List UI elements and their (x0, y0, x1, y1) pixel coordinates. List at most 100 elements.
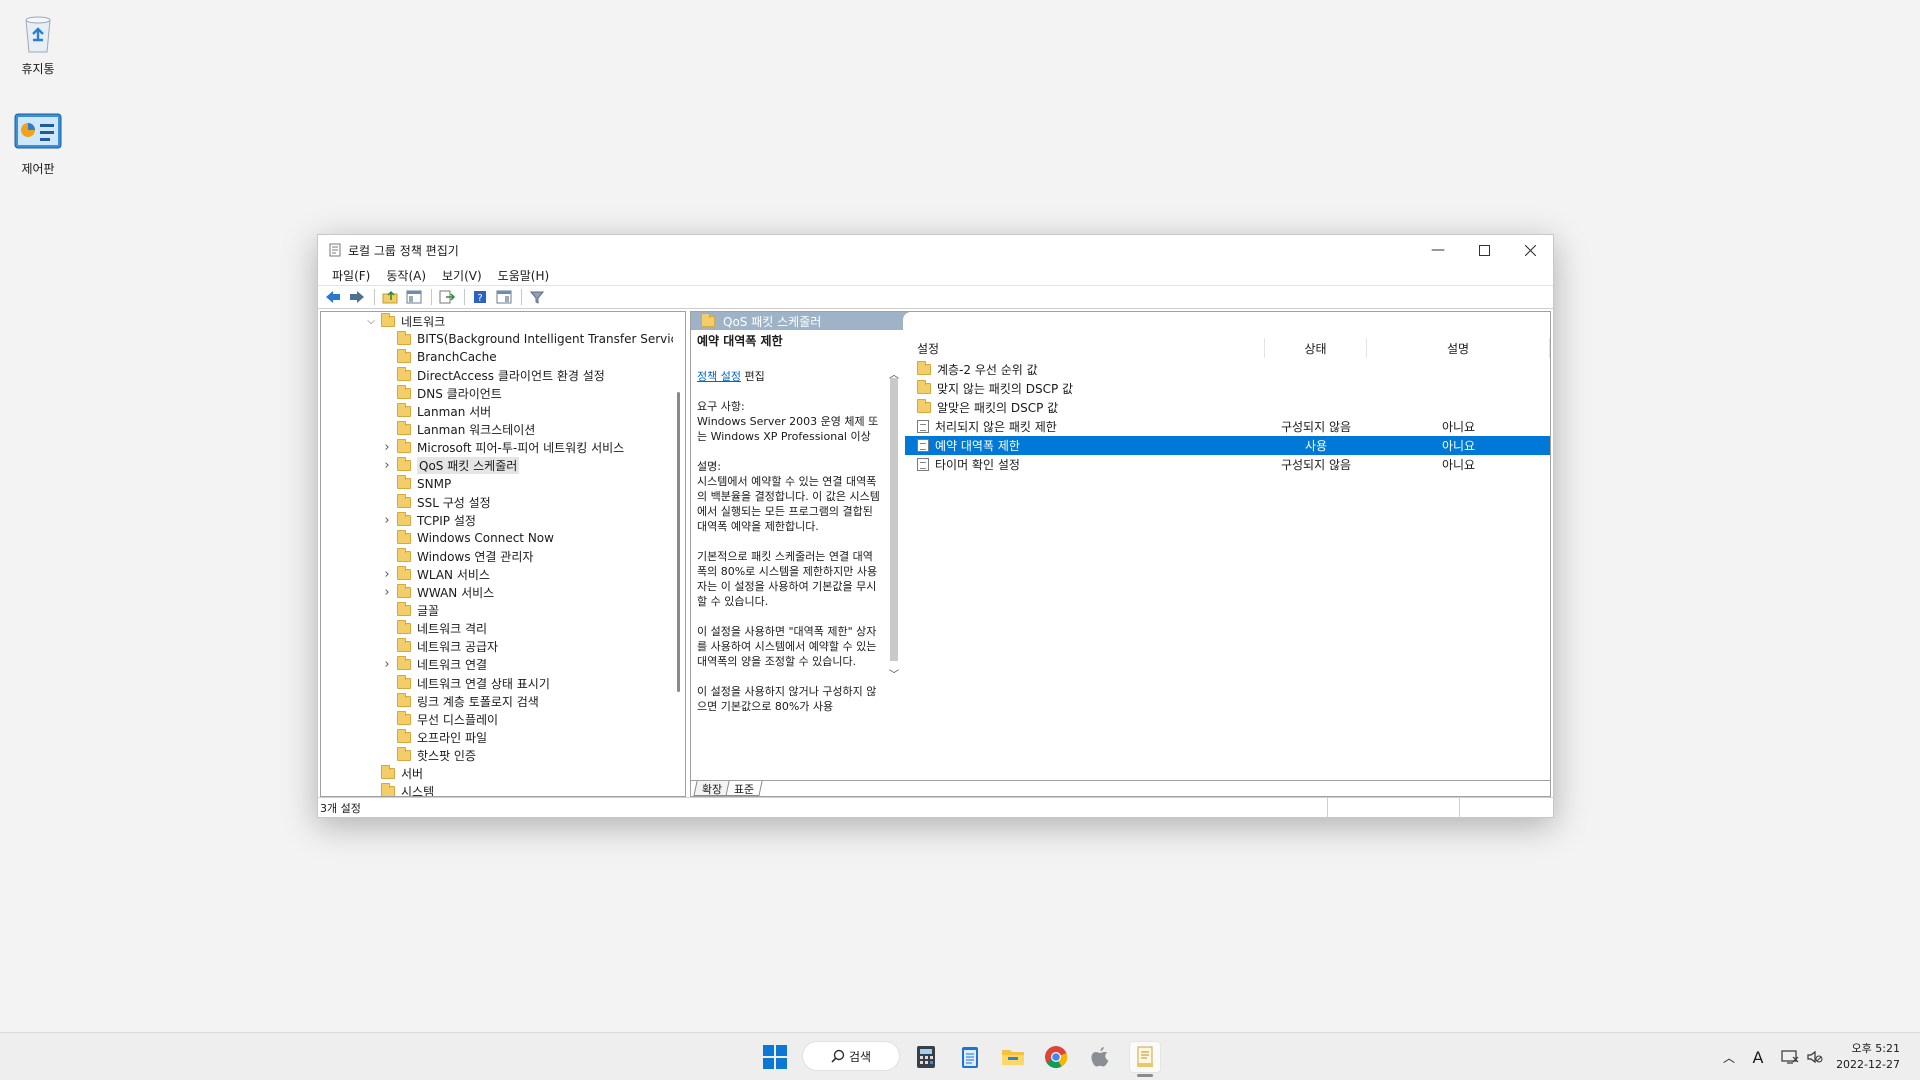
chevron-right-icon[interactable]: › (381, 585, 393, 600)
tab-standard-label: 표준 (734, 783, 755, 796)
tree-node[interactable]: Windows 연결 관리자 (381, 547, 533, 565)
network-status-button[interactable] (1780, 1033, 1800, 1080)
recycle-bin-desktop-icon[interactable]: 휴지통 (0, 8, 76, 77)
recycle-bin-icon (14, 8, 62, 56)
input-language-indicator[interactable]: A (1748, 1033, 1768, 1080)
tree-node-server[interactable]: 서버 (381, 765, 423, 783)
settings-row[interactable]: 알맞은 패킷의 DSCP 값 (905, 398, 1550, 417)
chevron-right-icon[interactable]: › (381, 513, 393, 528)
tab-standard[interactable]: 표준 (725, 781, 764, 796)
title-bar[interactable]: 로컬 그룹 정책 편집기 — (318, 235, 1553, 265)
show-hide-action-pane-button[interactable] (493, 287, 515, 307)
menu-action[interactable]: 동작(A) (378, 267, 434, 284)
tree-node[interactable]: 네트워크 격리 (381, 620, 487, 638)
tree-node[interactable]: 네트워크 연결 상태 표시기 (381, 674, 550, 692)
folder-icon (397, 511, 411, 526)
start-button[interactable] (759, 1041, 791, 1073)
description-scrollbar[interactable]: ︿ ﹀ (887, 330, 901, 780)
tree-node-network[interactable]: ⌵ 네트워크 (365, 312, 445, 330)
description-scrollbar-thumb[interactable] (890, 378, 898, 661)
edit-policy-link[interactable]: 정책 설정 (697, 370, 741, 383)
tree-scrollbar[interactable] (673, 312, 685, 796)
tree-node[interactable]: SNMP (381, 475, 451, 493)
tree-node[interactable]: › WLAN 서비스 (381, 565, 490, 583)
tree-node[interactable]: 핫스팟 인증 (381, 746, 476, 764)
menu-help[interactable]: 도움말(H) (490, 267, 558, 284)
menu-file[interactable]: 파일(F) (324, 267, 378, 284)
chevron-right-icon[interactable]: › (381, 458, 393, 473)
tree-node[interactable]: DNS 클라이언트 (381, 384, 502, 402)
filter-button[interactable] (526, 287, 548, 307)
tree-node-label: 네트워크 연결 (417, 658, 488, 673)
tree-node[interactable]: › Microsoft 피어-투-피어 네트워킹 서비스 (381, 439, 624, 457)
folder-icon (397, 638, 411, 653)
gpedit-taskbar-button[interactable] (1129, 1041, 1161, 1073)
tree-node[interactable]: Windows Connect Now (381, 529, 554, 547)
maximize-button[interactable] (1461, 235, 1507, 265)
tree-node[interactable]: 링크 계층 토폴로지 검색 (381, 692, 539, 710)
tree-node[interactable]: 오프라인 파일 (381, 728, 487, 746)
tree-scrollbar-thumb[interactable] (677, 392, 680, 692)
folder-icon (397, 602, 411, 617)
calculator-taskbar-button[interactable] (910, 1041, 942, 1073)
apple-app-taskbar-button[interactable] (1084, 1041, 1116, 1073)
tree-node[interactable]: 글꼴 (381, 602, 439, 620)
menu-view[interactable]: 보기(V) (434, 267, 490, 284)
tree-node[interactable]: BITS(Background Intelligent Transfer Ser… (381, 330, 685, 348)
policy-setting-icon (917, 439, 929, 452)
up-one-level-button[interactable] (379, 287, 401, 307)
tree-node[interactable]: Lanman 워크스테이션 (381, 421, 535, 439)
search-label: 검색 (848, 1049, 872, 1064)
edit-suffix: 편집 (740, 370, 765, 383)
chevron-down-icon[interactable]: ⌵ (365, 316, 377, 327)
taskbar-clock[interactable]: 오후 5:21 2022-12-27 (1836, 1041, 1900, 1073)
settings-row[interactable]: 타이머 확인 설정 구성되지 않음 아니요 (905, 455, 1550, 474)
export-list-button[interactable] (436, 287, 458, 307)
settings-row[interactable]: 처리되지 않은 패킷 제한 구성되지 않음 아니요 (905, 417, 1550, 436)
back-button[interactable] (322, 287, 344, 307)
settings-row[interactable]: 계층-2 우선 순위 값 (905, 360, 1550, 379)
tree-node[interactable]: › TCPIP 설정 (381, 511, 476, 529)
export-list-icon (439, 290, 455, 304)
setting-name-cell: 계층-2 우선 순위 값 (905, 361, 1265, 378)
chrome-taskbar-button[interactable] (1040, 1041, 1072, 1073)
chevron-right-icon[interactable]: › (381, 657, 393, 672)
tree-node[interactable]: Lanman 서버 (381, 403, 491, 421)
minimize-button[interactable]: — (1415, 235, 1461, 265)
show-hidden-icons-button[interactable]: ︿ (1720, 1033, 1738, 1080)
file-explorer-taskbar-button[interactable] (997, 1041, 1029, 1073)
taskbar-search[interactable]: 검색 (802, 1041, 900, 1071)
show-hide-console-tree-button[interactable] (403, 287, 425, 307)
tree-node-label: 네트워크 공급자 (417, 640, 499, 655)
tree-node[interactable]: › QoS 패킷 스케줄러 (381, 457, 520, 475)
column-state[interactable]: 상태 (1265, 338, 1367, 358)
forward-button[interactable] (346, 287, 368, 307)
tree-node-label: Microsoft 피어-투-피어 네트워킹 서비스 (417, 441, 625, 456)
settings-row[interactable]: 예약 대역폭 제한 사용 아니요 (905, 436, 1550, 455)
status-section (1328, 798, 1460, 817)
tree-node[interactable]: SSL 구성 설정 (381, 493, 491, 511)
chevron-right-icon[interactable]: › (381, 567, 393, 582)
close-button[interactable] (1507, 235, 1553, 265)
help-button[interactable]: ? (469, 287, 491, 307)
chevron-right-icon[interactable]: › (381, 440, 393, 455)
control-panel-icon (14, 108, 62, 156)
tree-node[interactable]: › WWAN 서비스 (381, 584, 494, 602)
setting-state: 사용 (1304, 439, 1328, 453)
volume-button[interactable] (1806, 1033, 1824, 1080)
tree-node[interactable]: 네트워크 공급자 (381, 638, 498, 656)
tree-node-system[interactable]: 시스템 (381, 783, 434, 796)
column-setting[interactable]: 설정 (905, 338, 1265, 358)
tree-node[interactable]: BranchCache (381, 348, 497, 366)
notepad-taskbar-button[interactable] (954, 1041, 986, 1073)
tree-node[interactable]: › 네트워크 연결 (381, 656, 487, 674)
status-bar: 3개 설정 (318, 797, 1553, 817)
tree-node[interactable]: DirectAccess 클라이언트 환경 설정 (381, 366, 605, 384)
column-comment[interactable]: 설명 (1367, 338, 1550, 358)
tree-node[interactable]: 무선 디스플레이 (381, 710, 498, 728)
settings-row[interactable]: 맞지 않는 패킷의 DSCP 값 (905, 379, 1550, 398)
folder-icon (701, 312, 715, 327)
description-text-4: 이 설정을 사용하지 않거나 구성하지 않으면 기본값으로 80%가 사용 (697, 685, 877, 713)
scroll-down-icon[interactable]: ﹀ (887, 666, 901, 681)
control-panel-desktop-icon[interactable]: 제어판 (0, 108, 76, 177)
